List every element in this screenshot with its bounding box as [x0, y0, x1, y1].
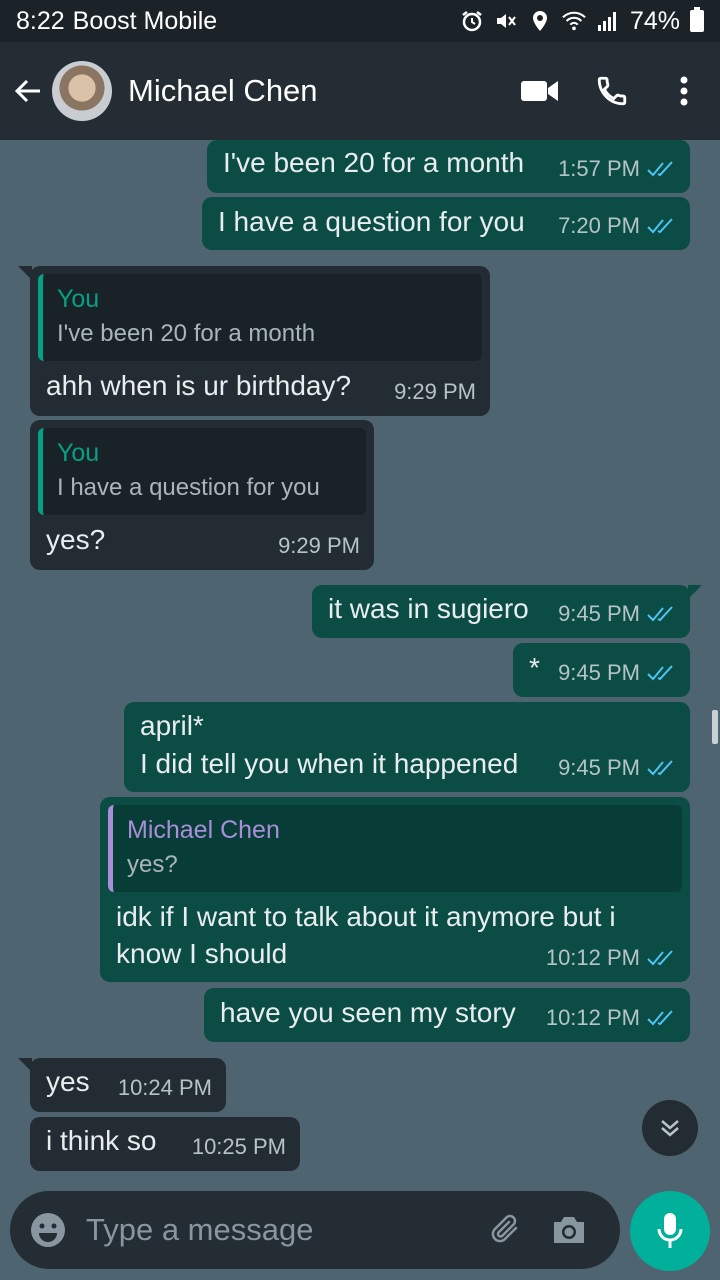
message-time: 9:29 PM — [394, 379, 476, 404]
read-ticks-icon — [647, 665, 673, 681]
message-text: ahh when is ur birthday? — [46, 370, 352, 401]
incoming-message[interactable]: i think so 10:25 PM — [30, 1117, 300, 1171]
message-text: I've been 20 for a month — [223, 147, 525, 178]
more-options-button[interactable] — [648, 61, 720, 121]
carrier-name: Boost Mobile — [72, 6, 218, 35]
read-ticks-icon — [647, 606, 673, 622]
mic-icon — [657, 1213, 683, 1248]
scroll-to-bottom-button[interactable] — [642, 1100, 698, 1156]
message-text-line2: I did tell you when it happened — [140, 748, 519, 779]
quoted-message[interactable]: You I have a question for you — [38, 428, 366, 515]
message-text: yes — [46, 1066, 90, 1097]
location-icon — [528, 9, 552, 33]
outgoing-message[interactable]: it was in sugiero 9:45 PM — [312, 585, 702, 638]
incoming-message[interactable]: You I've been 20 for a month ahh when is… — [18, 266, 490, 416]
message-input[interactable] — [86, 1212, 476, 1248]
read-ticks-icon — [647, 1010, 673, 1026]
back-arrow-icon — [14, 79, 40, 103]
outgoing-message[interactable]: I've been 20 for a month 1:57 PM — [207, 140, 690, 193]
incoming-message[interactable]: yes 10:24 PM — [18, 1058, 226, 1112]
message-time: 9:29 PM — [278, 533, 360, 558]
message-text: I have a question for you — [218, 206, 525, 237]
composer-bar — [0, 1185, 720, 1280]
message-text: it was in sugiero — [328, 593, 529, 624]
more-options-icon — [680, 76, 688, 106]
message-time: 10:12 PM — [545, 1005, 640, 1030]
outgoing-message[interactable]: Michael Chen yes? idk if I want to talk … — [100, 797, 690, 982]
quote-text: yes? — [127, 851, 178, 878]
video-call-button[interactable] — [504, 61, 576, 121]
voice-message-button[interactable] — [630, 1191, 710, 1271]
outgoing-message[interactable]: * 9:45 PM — [513, 643, 690, 697]
double-chevron-down-icon — [661, 1120, 679, 1137]
status-bar: 8:22 Boost Mobile 74% — [0, 0, 720, 42]
camera-icon — [554, 1217, 584, 1243]
message-time: 9:45 PM — [558, 755, 640, 780]
attach-icon — [491, 1214, 518, 1243]
outgoing-message[interactable]: have you seen my story 10:12 PM — [204, 988, 690, 1042]
camera-button[interactable] — [538, 1194, 600, 1266]
message-text: have you seen my story — [220, 997, 516, 1028]
emoji-button[interactable] — [12, 1194, 84, 1266]
chat-area[interactable]: I've been 20 for a month 1:57 PM I have … — [0, 140, 720, 1185]
message-time: 7:20 PM — [558, 213, 640, 238]
message-time: 10:25 PM — [191, 1134, 286, 1159]
incoming-message[interactable]: You I have a question for you yes? 9:29 … — [30, 420, 374, 570]
outgoing-message[interactable]: april* I did tell you when it happened 9… — [124, 702, 690, 792]
message-time: 9:45 PM — [558, 601, 640, 626]
avatar[interactable] — [52, 61, 112, 121]
message-time: 1:57 PM — [558, 156, 640, 181]
contact-name[interactable]: Michael Chen — [128, 73, 318, 109]
message-text: * — [529, 652, 540, 683]
signal-icon — [596, 9, 620, 33]
read-ticks-icon — [647, 218, 673, 234]
emoji-icon — [31, 1213, 65, 1247]
quote-text: I've been 20 for a month — [57, 320, 316, 347]
quote-author: You — [57, 285, 100, 313]
quoted-message[interactable]: Michael Chen yes? — [108, 805, 682, 892]
read-ticks-icon — [647, 760, 673, 776]
quote-text: I have a question for you — [57, 474, 320, 501]
battery-icon — [690, 7, 704, 32]
message-input-container — [10, 1191, 620, 1269]
message-text-line1: april* — [140, 710, 204, 741]
voice-call-button[interactable] — [576, 61, 648, 121]
phone-icon — [597, 76, 627, 106]
quote-author: Michael Chen — [127, 816, 280, 844]
read-ticks-icon — [647, 950, 673, 966]
video-call-icon — [521, 81, 558, 101]
battery-percent: 74% — [629, 6, 680, 35]
scrollbar-thumb[interactable] — [712, 710, 718, 744]
mute-icon — [494, 9, 518, 33]
message-text: yes? — [46, 524, 106, 555]
message-time: 10:12 PM — [545, 945, 640, 970]
wifi-icon — [562, 9, 586, 33]
alarm-icon — [460, 9, 484, 33]
message-text-line1: idk if I want to talk about it anymore b… — [116, 901, 616, 932]
message-time: 9:45 PM — [558, 660, 640, 685]
back-button[interactable] — [2, 61, 54, 121]
outgoing-message[interactable]: I have a question for you 7:20 PM — [202, 197, 690, 250]
quote-author: You — [57, 439, 100, 467]
quoted-message[interactable]: You I've been 20 for a month — [38, 274, 482, 361]
attach-button[interactable] — [476, 1194, 538, 1266]
chat-header: Michael Chen — [0, 42, 720, 140]
status-time: 8:22 — [16, 6, 65, 35]
message-time: 10:24 PM — [117, 1075, 212, 1100]
read-ticks-icon — [647, 161, 673, 177]
message-text: i think so — [46, 1125, 157, 1156]
message-text-line2: know I should — [116, 938, 288, 969]
